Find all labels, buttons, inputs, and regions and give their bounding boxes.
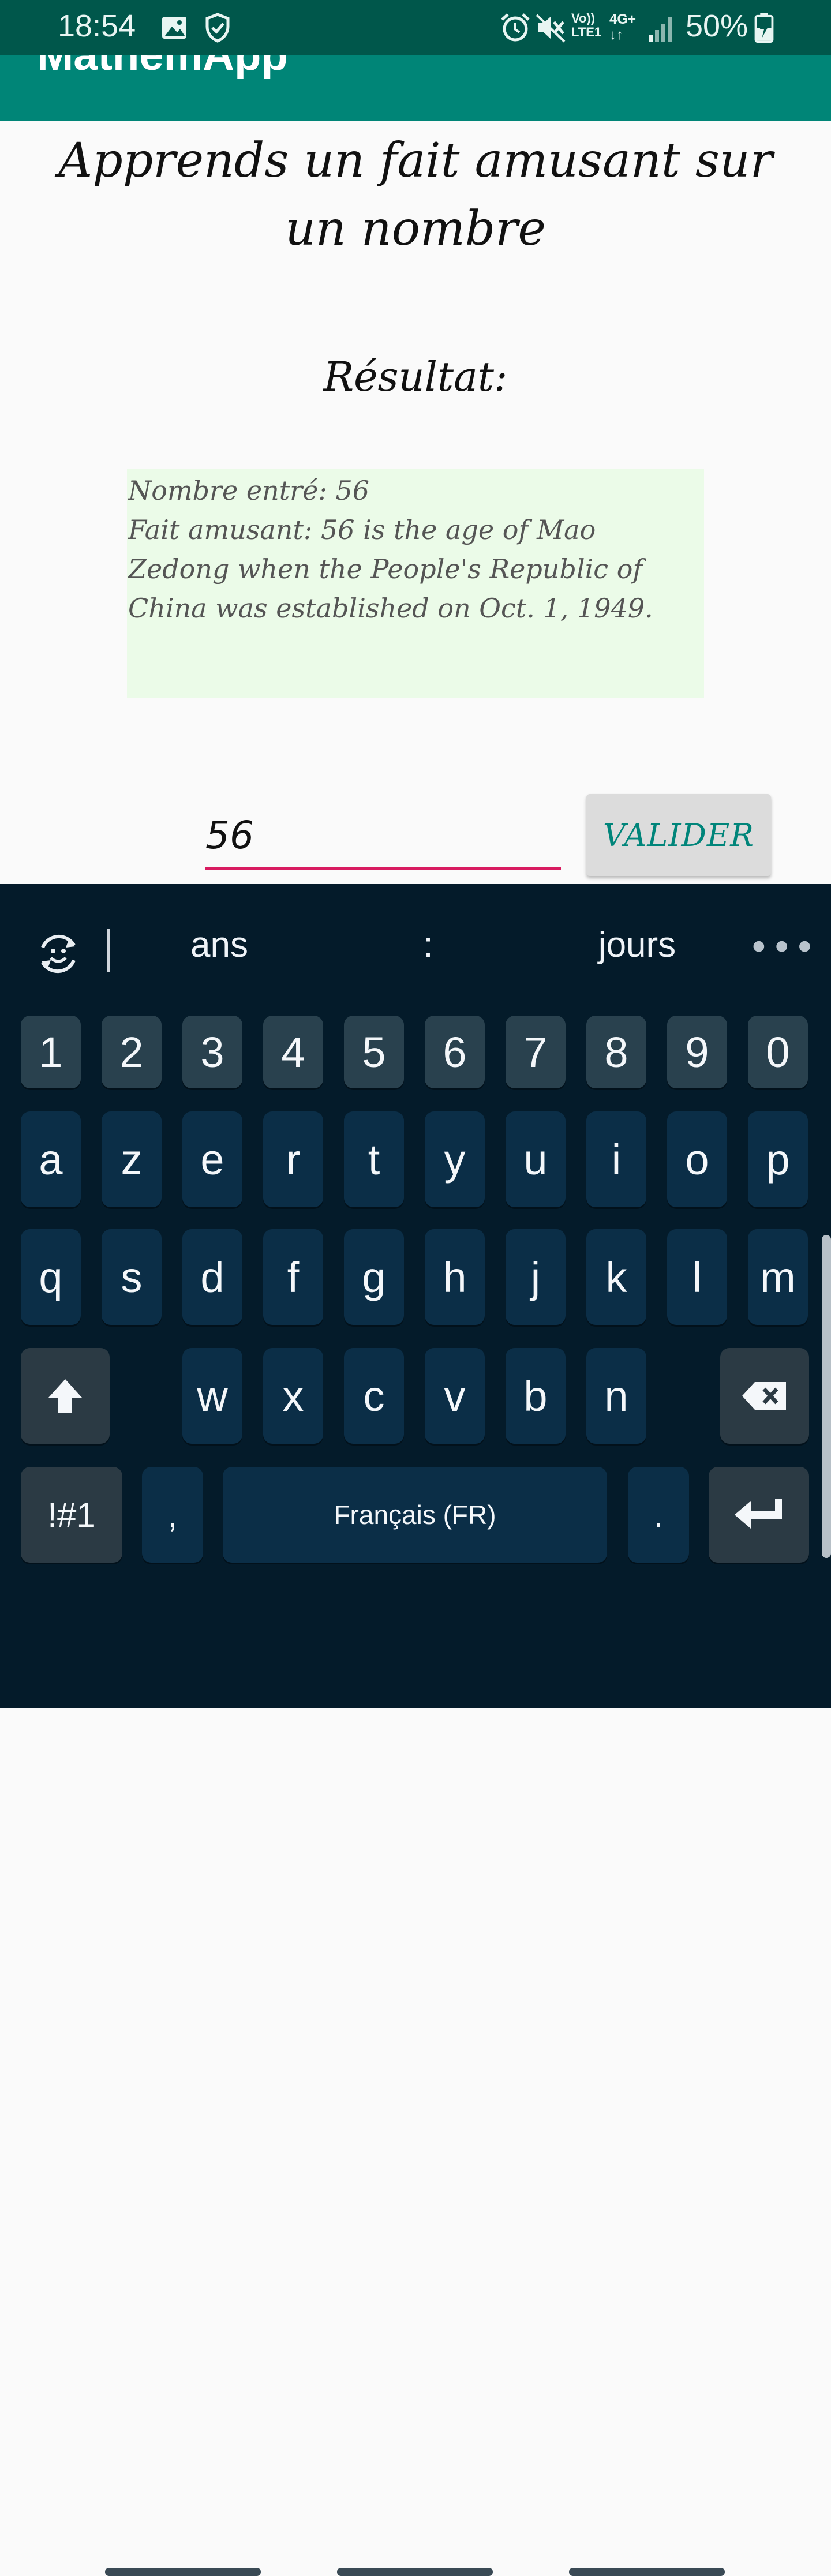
shift-icon <box>48 1379 82 1413</box>
key-g[interactable]: g <box>344 1229 404 1325</box>
image-icon <box>162 17 186 39</box>
key-m[interactable]: m <box>748 1229 808 1325</box>
volte-icon: Vo)) LTE1 <box>571 11 602 39</box>
shield-check-icon <box>205 13 230 43</box>
status-time: 18:54 <box>58 9 136 43</box>
data-arrows: ↓↑ <box>609 27 623 43</box>
suggestion-1[interactable]: ans <box>162 924 277 965</box>
signal-icon <box>649 17 672 42</box>
key-e[interactable]: e <box>182 1111 242 1207</box>
symbols-key[interactable]: !#1 <box>21 1467 122 1563</box>
key-o[interactable]: o <box>667 1111 727 1207</box>
key-t[interactable]: t <box>344 1111 404 1207</box>
key-p[interactable]: p <box>748 1111 808 1207</box>
status-bar: 18:54 Vo)) LTE1 4G+ ↓↑ 50% <box>0 0 831 55</box>
key-h[interactable]: h <box>425 1229 485 1325</box>
page-heading: Apprends un fait amusant sur un nombre <box>58 133 773 256</box>
suggestion-3[interactable]: jours <box>579 924 695 965</box>
battery-charging-icon <box>754 13 774 43</box>
key-3[interactable]: 3 <box>182 1016 242 1088</box>
space-key[interactable]: Français (FR) <box>223 1467 607 1563</box>
key-v[interactable]: v <box>425 1348 485 1444</box>
key-w[interactable]: w <box>182 1348 242 1444</box>
result-box: Nombre entré: 56 Fait amusant: 56 is the… <box>127 469 704 698</box>
key-1[interactable]: 1 <box>21 1016 81 1088</box>
key-8[interactable]: 8 <box>586 1016 646 1088</box>
network-label: 4G+ <box>609 12 637 27</box>
key-z[interactable]: z <box>102 1111 162 1207</box>
suggestion-bar: ans : jours ••• <box>0 884 831 999</box>
suggestion-divider <box>107 929 110 972</box>
key-k[interactable]: k <box>586 1229 646 1325</box>
key-a[interactable]: a <box>21 1111 81 1207</box>
period-key[interactable]: . <box>628 1467 689 1563</box>
app-title: MathemApp <box>37 55 288 80</box>
key-2[interactable]: 2 <box>102 1016 162 1088</box>
nav-recent-bar[interactable] <box>105 2568 261 2576</box>
key-9[interactable]: 9 <box>667 1016 727 1088</box>
app-bar: MathemApp <box>0 55 831 121</box>
key-7[interactable]: 7 <box>506 1016 566 1088</box>
key-4[interactable]: 4 <box>263 1016 323 1088</box>
key-i[interactable]: i <box>586 1111 646 1207</box>
mute-icon <box>536 14 566 43</box>
battery-percent: 50% <box>686 9 748 43</box>
key-r[interactable]: r <box>263 1111 323 1207</box>
key-j[interactable]: j <box>506 1229 566 1325</box>
key-u[interactable]: u <box>506 1111 566 1207</box>
more-icon[interactable]: ••• <box>748 927 817 969</box>
emoji-sync-icon[interactable] <box>35 930 82 978</box>
key-b[interactable]: b <box>506 1348 566 1444</box>
key-f[interactable]: f <box>263 1229 323 1325</box>
validate-button[interactable]: VALIDER <box>586 794 771 876</box>
nav-home-bar[interactable] <box>337 2568 493 2576</box>
nav-back-bar[interactable] <box>569 2568 725 2576</box>
suggestion-2[interactable]: : <box>370 924 486 965</box>
key-d[interactable]: d <box>182 1229 242 1325</box>
key-0[interactable]: 0 <box>748 1016 808 1088</box>
number-input[interactable] <box>205 809 552 861</box>
4g-icon: 4G+ ↓↑ <box>609 12 644 43</box>
key-y[interactable]: y <box>425 1111 485 1207</box>
key-n[interactable]: n <box>586 1348 646 1444</box>
key-x[interactable]: x <box>263 1348 323 1444</box>
shift-key[interactable] <box>21 1348 110 1444</box>
key-6[interactable]: 6 <box>425 1016 485 1088</box>
result-label: Résultat: <box>323 353 508 400</box>
enter-icon <box>735 1499 782 1529</box>
edge-handle[interactable] <box>822 1235 831 1558</box>
key-l[interactable]: l <box>667 1229 727 1325</box>
number-input-container <box>205 806 561 870</box>
result-text: Nombre entré: 56 Fait amusant: 56 is the… <box>128 475 653 624</box>
key-q[interactable]: q <box>21 1229 81 1325</box>
keyboard: ans : jours ••• 1 2 3 4 5 6 7 8 9 0 a z … <box>0 884 831 2576</box>
comma-key[interactable]: , <box>142 1467 203 1563</box>
key-s[interactable]: s <box>102 1229 162 1325</box>
key-c[interactable]: c <box>344 1348 404 1444</box>
key-5[interactable]: 5 <box>344 1016 404 1088</box>
backspace-icon <box>742 1382 786 1410</box>
backspace-key[interactable] <box>720 1348 809 1444</box>
alarm-icon <box>501 13 530 42</box>
enter-key[interactable] <box>709 1467 809 1563</box>
